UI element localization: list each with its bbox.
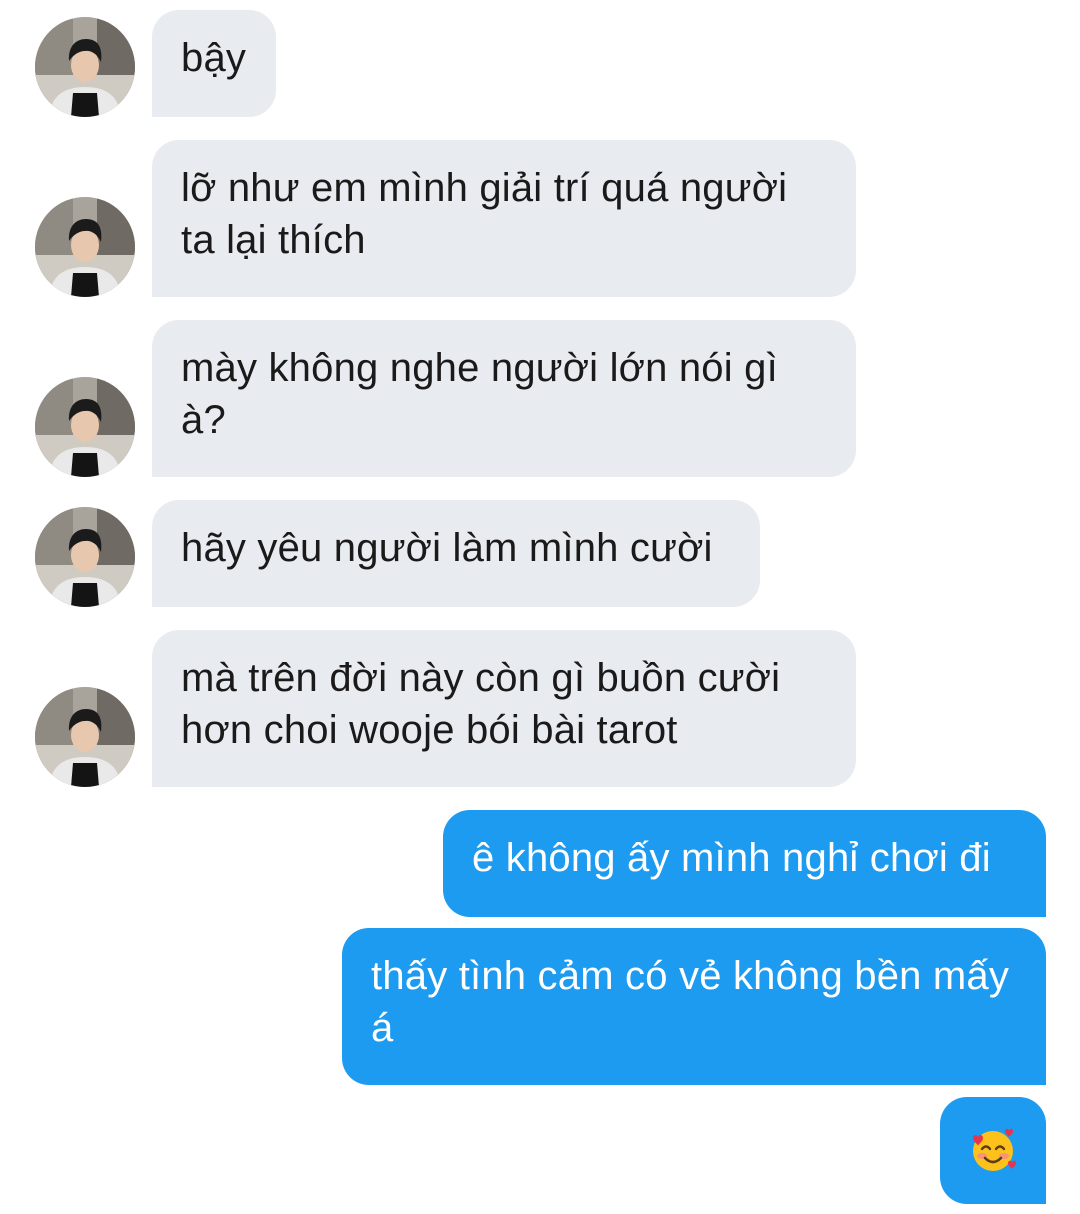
smiling-face-with-hearts-icon xyxy=(973,1128,1016,1171)
incoming-message-bubble[interactable]: hãy yêu người làm mình cười xyxy=(152,500,760,607)
message-text: thấy tình cảm có vẻ không bền mấy á xyxy=(371,954,1010,1050)
message-text: ê không ấy mình nghỉ chơi đi xyxy=(472,836,991,880)
message-text: mày không nghe người lớn nói gì à? xyxy=(181,346,778,442)
outgoing-message-bubble[interactable]: thấy tình cảm có vẻ không bền mấy á xyxy=(342,928,1046,1085)
sender-avatar[interactable] xyxy=(35,197,135,297)
incoming-message-bubble[interactable]: bậy xyxy=(152,10,276,117)
incoming-message-bubble[interactable]: mày không nghe người lớn nói gì à? xyxy=(152,320,856,477)
message-text: lỡ như em mình giải trí quá người ta lại… xyxy=(181,166,788,262)
incoming-message-bubble[interactable]: mà trên đời này còn gì buồn cười hơn cho… xyxy=(152,630,856,787)
outgoing-message-bubble[interactable]: ê không ấy mình nghỉ chơi đi xyxy=(443,810,1046,917)
message-text: mà trên đời này còn gì buồn cười hơn cho… xyxy=(181,656,781,752)
outgoing-emoji-bubble[interactable] xyxy=(940,1097,1046,1204)
message-text: hãy yêu người làm mình cười xyxy=(181,526,713,570)
message-text: bậy xyxy=(181,36,247,80)
sender-avatar[interactable] xyxy=(35,507,135,607)
incoming-message-bubble[interactable]: lỡ như em mình giải trí quá người ta lại… xyxy=(152,140,856,297)
sender-avatar[interactable] xyxy=(35,687,135,787)
sender-avatar[interactable] xyxy=(35,17,135,117)
sender-avatar[interactable] xyxy=(35,377,135,477)
